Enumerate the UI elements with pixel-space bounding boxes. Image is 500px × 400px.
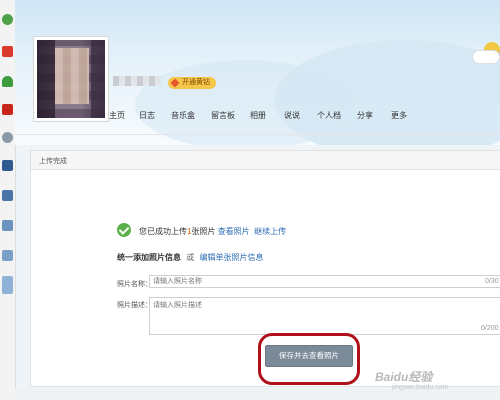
photo-desc-input[interactable] [149,297,500,335]
check-circle-icon [117,223,131,237]
success-text: 您已成功上传1张照片 查看照片 继续上传 [139,226,286,237]
diamond-icon [170,78,180,88]
batch-info-title: 统一添加照片信息 [117,253,181,262]
nav-home[interactable]: 主页 [109,110,125,121]
panel-title: 上传完成 [39,158,67,165]
edit-single-photo-link[interactable]: 编辑单张照片信息 [199,253,263,262]
clock-icon[interactable] [2,14,13,25]
nav-shuoshuo[interactable]: 说说 [284,110,300,121]
nav-blog[interactable]: 日志 [139,110,155,121]
nav-more[interactable]: 更多 [391,110,407,121]
watermark-logo: Baidu经验 [375,370,433,384]
nav-album[interactable]: 相册 [250,110,266,121]
avatar[interactable] [33,36,109,122]
nav-music[interactable]: 音乐盒 [171,110,195,121]
photo-name-input[interactable] [149,275,500,288]
desktop-icon-strip [0,0,16,400]
grid-icon[interactable] [2,276,13,294]
nav-divider [15,134,500,135]
success-prefix: 您已成功上传 [139,227,187,236]
grid-icon[interactable] [2,250,13,261]
watermark-url: jingyan.baidu.com [392,384,449,391]
film-icon[interactable] [2,160,13,171]
computer-icon[interactable] [2,190,13,201]
view-photos-link[interactable]: 查看照片 [218,227,250,236]
panel-header: 上传完成 [31,151,500,170]
annotation-highlight-circle [258,333,360,385]
photo-desc-label: 照片描述： [117,302,152,309]
vip-badge-button[interactable]: 开通黄钻 [168,77,216,89]
continue-upload-link[interactable]: 继续上传 [254,227,286,236]
vip-badge-label: 开通黄钻 [182,79,210,86]
photo-name-label: 照片名称： [117,281,152,288]
photo-desc-counter: 0/200 [481,325,499,332]
nav-profile[interactable]: 个人档 [317,110,341,121]
success-suffix: 张照片 [191,227,216,236]
photo-name-counter: 0/30 [485,278,499,285]
search-icon[interactable] [2,132,13,143]
profile-header: 开通黄钻 主页 日志 音乐盒 留言板 相册 说说 个人档 分享 更多 6 [15,0,500,145]
red-char-icon[interactable] [2,104,13,115]
nav-share[interactable]: 分享 [357,110,373,121]
cloud-icon [472,50,500,64]
grid-icon[interactable] [2,220,13,231]
calendar-icon[interactable] [2,46,13,57]
sky-decoration [135,60,355,145]
plant-icon[interactable] [2,76,13,87]
weather-widget[interactable]: 6 [470,40,500,70]
nav-guestbook[interactable]: 留言板 [211,110,235,121]
username-blurred [113,76,161,86]
batch-info-row: 统一添加照片信息 或 编辑单张照片信息 [117,252,263,263]
batch-or-text: 或 [186,253,195,262]
avatar-image [37,40,105,118]
